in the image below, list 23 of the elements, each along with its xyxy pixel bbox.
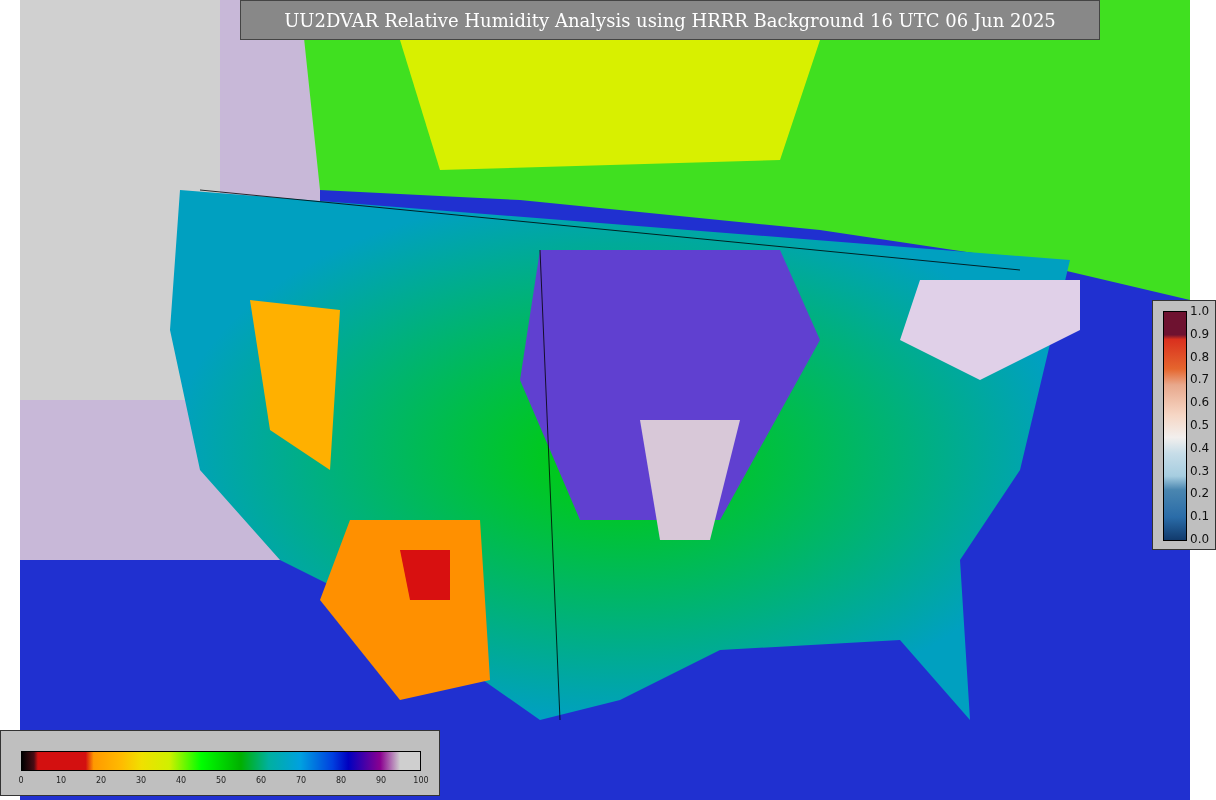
legend-tick-label: 40 <box>175 776 187 785</box>
legend-tick-label: 90 <box>375 776 387 785</box>
legend-tick-label: 0.8 <box>1190 349 1210 364</box>
map-title: UU2DVAR Relative Humidity Analysis using HRRR Background 16 UTC 06 Jun 2025 <box>240 0 1100 40</box>
legend-tick-label: 100 <box>413 776 429 785</box>
legend-tick-label: 0.7 <box>1190 372 1210 387</box>
legend-tick-label: 30 <box>135 776 147 785</box>
legend-tick-label: 0.3 <box>1190 463 1210 478</box>
legend-tick-label: 0.2 <box>1190 486 1210 501</box>
legend-tick-label: 80 <box>335 776 347 785</box>
legend-tick-label: 0.5 <box>1190 418 1210 432</box>
legend-tick-label: 0.0 <box>1190 532 1210 546</box>
legend-tick-label: 0.6 <box>1190 395 1210 410</box>
legend-tick-label: 0 <box>18 776 24 785</box>
legend-tick-label: 50 <box>215 776 227 785</box>
legend-tick-label: 70 <box>295 776 307 785</box>
legend-tick-label: 0.9 <box>1190 326 1210 341</box>
legend-tick-label: 0.4 <box>1190 440 1210 455</box>
legend-tick-label: 20 <box>95 776 107 785</box>
legend-tick-label: 60 <box>255 776 267 785</box>
legend-tick-label: 0.1 <box>1190 509 1210 524</box>
legend-tick-label: 10 <box>55 776 67 785</box>
legend-tick-label: 1.0 <box>1190 304 1210 318</box>
